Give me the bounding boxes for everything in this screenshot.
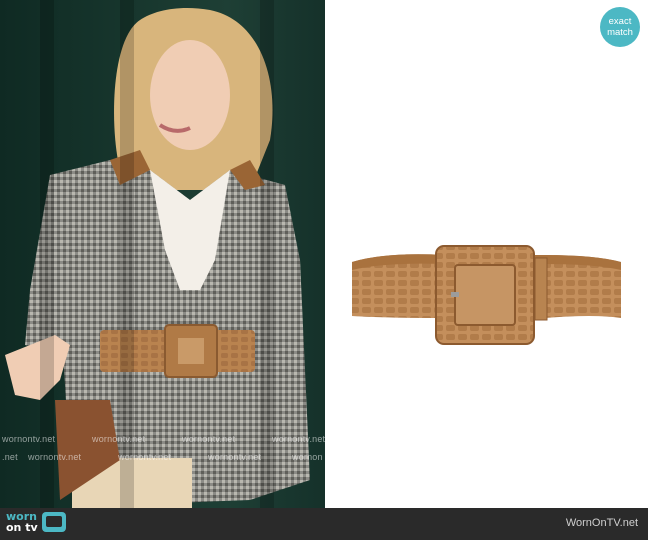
badge-line2: match: [607, 27, 633, 38]
exact-match-badge: exact match: [600, 7, 640, 47]
watermark: wornontv.net: [182, 434, 236, 444]
curtain-fold: [40, 0, 54, 508]
page: wornontv.net wornontv.net wornontv.net w…: [0, 0, 648, 540]
site-credit[interactable]: WornOnTV.net: [566, 517, 638, 529]
tv-still-photo: wornontv.net wornontv.net wornontv.net w…: [0, 0, 325, 508]
watermark: .net: [2, 452, 18, 462]
badge-line1: exact: [608, 16, 632, 27]
watermark: wornontv.net: [2, 434, 56, 444]
curtain-fold: [260, 0, 274, 508]
footer-bar: worn on tv WornOnTV.net: [0, 508, 648, 540]
watermark: wornon: [292, 452, 323, 462]
belt-image: [352, 245, 621, 345]
logo-line2: on tv: [6, 521, 38, 534]
product-photo[interactable]: exact match: [325, 0, 648, 508]
site-logo[interactable]: worn on tv: [6, 511, 66, 533]
tv-icon: [41, 512, 66, 532]
watermark: wornontv.net: [92, 434, 146, 444]
watermark: wornontv.net: [28, 452, 82, 462]
watermark: wornontv.net: [208, 452, 262, 462]
watermark: wornontv.net: [272, 434, 325, 444]
curtain-fold: [120, 0, 134, 508]
watermark: wornontv.net: [118, 452, 172, 462]
logo-text: worn on tv: [6, 511, 38, 533]
